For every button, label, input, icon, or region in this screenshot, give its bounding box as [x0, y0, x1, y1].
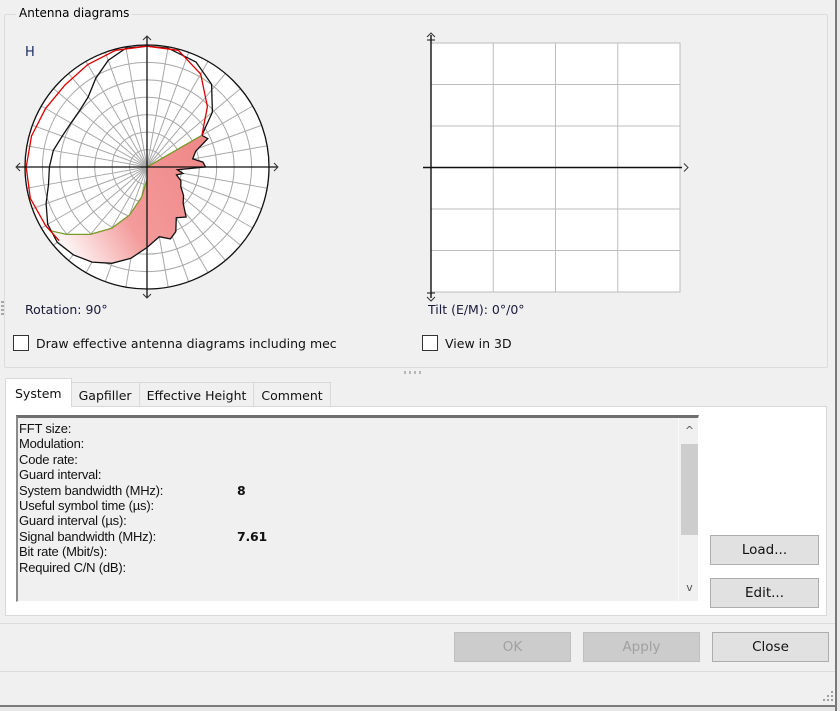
info-row: System bandwidth (MHz): 8: [19, 483, 667, 498]
tab-comment[interactable]: Comment: [253, 382, 331, 407]
scroll-down-icon[interactable]: v: [679, 579, 698, 596]
info-row: Modulation:: [19, 436, 667, 451]
info-key: System bandwidth (MHz):: [19, 482, 164, 498]
info-key: Useful symbol time (µs):: [19, 497, 154, 513]
rotation-caption: Rotation: 90°: [25, 302, 108, 317]
vertical-antenna-diagram: [423, 32, 689, 302]
draw-effective-label: Draw effective antenna diagrams includin…: [36, 335, 337, 351]
info-key: Guard interval:: [19, 467, 102, 483]
vertical-scrollbar[interactable]: ^ v: [678, 418, 698, 601]
polar-axes: [15, 35, 279, 299]
divider: [0, 671, 835, 672]
scroll-thumb[interactable]: [681, 444, 698, 535]
info-row: Guard interval:: [19, 467, 667, 482]
info-key: Bit rate (Mbit/s):: [19, 544, 108, 560]
info-row: Code rate:: [19, 452, 667, 467]
info-row: Useful symbol time (µs):: [19, 498, 667, 513]
edit-button[interactable]: Edit...: [710, 578, 819, 608]
tab-gapfiller[interactable]: Gapfiller: [70, 382, 140, 407]
draw-effective-checkbox[interactable]: [13, 335, 29, 351]
ok-button[interactable]: OK: [454, 632, 571, 662]
info-row: FFT size:: [19, 421, 667, 436]
group-title: Antenna diagrams: [16, 6, 133, 20]
tab-bar: System Gapfiller Effective Height Commen…: [5, 378, 331, 407]
draw-effective-option[interactable]: Draw effective antenna diagrams includin…: [13, 335, 337, 351]
view-3d-checkbox[interactable]: [422, 335, 438, 351]
close-button[interactable]: Close: [712, 632, 829, 662]
info-key: Modulation:: [19, 436, 85, 452]
apply-button[interactable]: Apply: [583, 632, 700, 662]
splitter-handle[interactable]: [404, 371, 424, 374]
tab-system[interactable]: System: [5, 378, 72, 407]
info-value: 8: [237, 482, 246, 498]
info-key: Guard interval (µs):: [19, 513, 127, 529]
tilt-caption: Tilt (E/M): 0°/0°: [428, 302, 525, 317]
load-button[interactable]: Load...: [710, 535, 819, 565]
system-info-list: FFT size: Modulation: Code rate: Guard inte…: [19, 421, 667, 575]
system-info-box[interactable]: FFT size: Modulation: Code rate: Guard inte…: [16, 415, 699, 602]
info-row: Signal bandwidth (MHz): 7.61: [19, 529, 667, 544]
info-key: Code rate:: [19, 451, 78, 467]
info-key: FFT size:: [19, 421, 72, 436]
divider: [0, 623, 835, 624]
view-3d-option[interactable]: View in 3D: [422, 335, 512, 351]
info-row: Guard interval (µs):: [19, 513, 667, 528]
splitter-handle[interactable]: [1, 301, 4, 317]
info-row: Bit rate (Mbit/s):: [19, 544, 667, 559]
info-key: Required C/N (dB):: [19, 559, 126, 575]
info-row: Required C/N (dB):: [19, 560, 667, 575]
tab-effective-height[interactable]: Effective Height: [138, 382, 255, 407]
system-tab-panel: FFT size: Modulation: Code rate: Guard inte…: [5, 406, 827, 616]
view-3d-label: View in 3D: [445, 335, 512, 351]
desktop-background: [0, 707, 840, 711]
size-grip-icon[interactable]: [822, 690, 834, 702]
window-border: [835, 0, 837, 711]
horizontal-antenna-diagram: [15, 35, 279, 299]
arrow-right-icon: [683, 163, 689, 172]
info-key: Signal bandwidth (MHz):: [19, 528, 157, 544]
info-value: 7.61: [237, 528, 268, 544]
horizontal-label: H: [25, 45, 35, 60]
window-border: [0, 705, 837, 707]
scroll-up-icon[interactable]: ^: [679, 422, 698, 439]
